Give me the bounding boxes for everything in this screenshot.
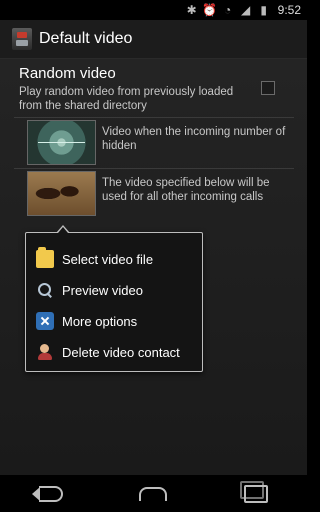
recent-apps-button[interactable] xyxy=(231,479,281,509)
page-title: Default video xyxy=(39,30,133,47)
menu-item-label-delete-video-contact: Delete video contact xyxy=(62,344,180,360)
video-row-hidden-number[interactable]: Video when the incoming number of hidden xyxy=(14,117,294,168)
wifi-icon: ◔ xyxy=(224,3,232,17)
menu-item-preview-video[interactable]: Preview video xyxy=(26,275,202,305)
home-button[interactable] xyxy=(128,479,178,509)
contact-delete-icon xyxy=(36,343,54,361)
status-icons: ✱ ⏰ ◔ ◢ ▮ 9:52 xyxy=(186,2,301,18)
random-video-description: Play random video from previously loaded… xyxy=(19,86,234,112)
context-menu-popup: Select video file Preview video More opt… xyxy=(25,225,203,372)
home-icon xyxy=(139,486,168,501)
back-button[interactable] xyxy=(26,479,76,509)
clock: 9:52 xyxy=(277,3,301,17)
random-video-title[interactable]: Random video xyxy=(19,65,116,82)
video-row-text-2: The video specified below will be used f… xyxy=(102,177,270,203)
action-bar: Default video xyxy=(0,20,307,59)
alarm-icon: ⏰ xyxy=(202,3,218,17)
popup-pointer-inner xyxy=(58,227,68,233)
video-thumbnail-hidden-number[interactable] xyxy=(27,120,96,165)
back-icon xyxy=(32,485,64,502)
video-row-other-calls[interactable]: The video specified below will be used f… xyxy=(14,168,294,219)
menu-item-select-video-file[interactable]: Select video file xyxy=(26,244,202,274)
video-thumbnail-other-calls[interactable] xyxy=(27,171,96,216)
menu-item-delete-video-contact[interactable]: Delete video contact xyxy=(26,337,202,367)
menu-item-label-more-options: More options xyxy=(62,313,138,329)
navigation-bar xyxy=(0,475,307,512)
video-row-text-1: Video when the incoming number of hidden xyxy=(102,126,286,152)
menu-item-more-options[interactable]: More options xyxy=(26,306,202,336)
magnifier-icon xyxy=(36,281,54,299)
signal-icon: ◢ xyxy=(241,3,251,17)
recent-apps-icon xyxy=(239,480,268,503)
bluetooth-icon: ✱ xyxy=(186,3,197,17)
battery-icon: ▮ xyxy=(260,3,267,17)
status-bar: ✱ ⏰ ◔ ◢ ▮ 9:52 xyxy=(0,0,307,20)
app-icon[interactable] xyxy=(12,28,32,50)
menu-item-label-select-video-file: Select video file xyxy=(62,251,154,267)
folder-icon xyxy=(36,247,54,268)
settings-content: Random video Play random video from prev… xyxy=(0,59,307,475)
menu-item-label-preview-video: Preview video xyxy=(62,282,143,298)
tools-icon xyxy=(36,312,54,330)
random-video-checkbox[interactable] xyxy=(261,81,275,95)
